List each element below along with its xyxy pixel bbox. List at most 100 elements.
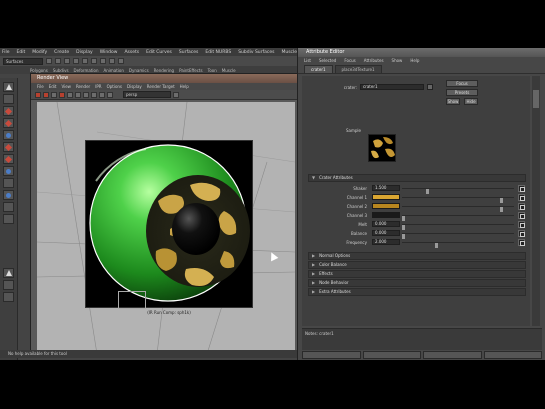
- scale-tool-icon[interactable]: [3, 142, 14, 152]
- rv-menu-item[interactable]: IPR: [95, 84, 101, 89]
- shaker-slider[interactable]: [402, 188, 514, 194]
- ae-scrollbar[interactable]: [532, 76, 540, 326]
- layout-outliner-icon[interactable]: [3, 268, 14, 278]
- menu-item[interactable]: Edit: [17, 50, 26, 55]
- shelf-tab[interactable]: Dynamics: [129, 68, 149, 73]
- shelf-tab[interactable]: PaintEffects: [179, 68, 203, 73]
- snapshot-icon[interactable]: [51, 91, 57, 98]
- shelf-tab[interactable]: Toon: [208, 68, 217, 73]
- render-canvas[interactable]: (IR Run Comp: sph1k): [37, 102, 295, 354]
- focus-button[interactable]: Focus: [446, 80, 478, 87]
- universal-manip-icon[interactable]: [3, 154, 14, 164]
- show-manip-icon[interactable]: [3, 178, 14, 188]
- layout-hypershade-icon[interactable]: [3, 292, 14, 302]
- menu-item[interactable]: Display: [76, 50, 93, 55]
- menu-item[interactable]: Muscle: [281, 50, 297, 55]
- hide-button[interactable]: Hide: [464, 98, 478, 105]
- snap-point-icon[interactable]: [118, 58, 124, 64]
- layout-four-icon[interactable]: [3, 214, 14, 224]
- frequency-field[interactable]: 2.000: [372, 239, 400, 245]
- map-button-icon[interactable]: [518, 239, 525, 246]
- keep-image-icon[interactable]: [99, 91, 105, 98]
- show-button[interactable]: Show: [446, 98, 460, 105]
- map-button-icon[interactable]: [518, 203, 525, 210]
- ae-menu-item[interactable]: Focus: [344, 58, 355, 63]
- node-name-field[interactable]: crater1: [360, 84, 424, 90]
- layout-graph-icon[interactable]: [3, 280, 14, 290]
- refresh-ipr-icon[interactable]: [67, 91, 73, 98]
- menu-set-select[interactable]: Surfaces: [3, 57, 43, 65]
- ae-menu-item[interactable]: Show: [392, 58, 403, 63]
- rv-menu-item[interactable]: Render: [76, 84, 90, 89]
- select-button[interactable]: [302, 351, 361, 359]
- render-region-icon[interactable]: [43, 91, 49, 98]
- menu-item[interactable]: Modify: [32, 50, 47, 55]
- render-region-box[interactable]: [118, 291, 146, 309]
- menu-item[interactable]: Subdiv Surfaces: [238, 50, 274, 55]
- close-button[interactable]: [483, 351, 542, 359]
- map-button-icon[interactable]: [518, 212, 525, 219]
- channel2-color-swatch[interactable]: [372, 203, 400, 209]
- ae-menu-item[interactable]: Help: [410, 58, 419, 63]
- real-size-icon[interactable]: [91, 91, 97, 98]
- go-to-input-icon[interactable]: [427, 84, 433, 90]
- rv-menu-item[interactable]: Help: [180, 84, 189, 89]
- rv-menu-item[interactable]: Display: [127, 84, 142, 89]
- shelf-tab[interactable]: Deformation: [74, 68, 99, 73]
- channel1-color-swatch[interactable]: [372, 194, 400, 200]
- render-view-title[interactable]: Render View: [31, 74, 299, 83]
- attribute-editor-title[interactable]: Attribute Editor: [298, 48, 545, 57]
- channel2-slider[interactable]: [402, 206, 514, 212]
- balance-slider[interactable]: [402, 233, 514, 239]
- shelf-tab[interactable]: Muscle: [222, 68, 236, 73]
- map-button-icon[interactable]: [518, 185, 525, 192]
- section-effects[interactable]: ▶ Effects: [308, 270, 526, 278]
- section-color-balance[interactable]: ▶ Color Balance: [308, 261, 526, 269]
- soft-mod-icon[interactable]: [3, 166, 14, 176]
- shelf-tab[interactable]: Polygons: [30, 68, 48, 73]
- map-button-icon[interactable]: [518, 221, 525, 228]
- ipr-render-icon[interactable]: [59, 91, 65, 98]
- menu-item[interactable]: Create: [54, 50, 69, 55]
- save-scene-icon[interactable]: [64, 58, 70, 64]
- lasso-tool-icon[interactable]: [3, 94, 14, 104]
- paint-select-tool-icon[interactable]: [3, 106, 14, 116]
- shelf-tab[interactable]: Subdivs: [53, 68, 69, 73]
- rv-menu-item[interactable]: Options: [107, 84, 122, 89]
- slider-knob[interactable]: [434, 243, 438, 248]
- alpha-channel-icon[interactable]: [83, 91, 89, 98]
- shelf-tab[interactable]: Rendering: [154, 68, 174, 73]
- copy-tab-button[interactable]: [423, 351, 482, 359]
- scroll-thumb[interactable]: [533, 90, 539, 108]
- channel3-slider[interactable]: [402, 215, 514, 221]
- layout-single-icon[interactable]: [3, 202, 14, 212]
- last-tool-icon[interactable]: [3, 190, 14, 200]
- menu-item[interactable]: Edit Curves: [146, 50, 172, 55]
- snap-grid-icon[interactable]: [100, 58, 106, 64]
- menu-item[interactable]: Window: [100, 50, 118, 55]
- ae-menu-item[interactable]: Selected: [319, 58, 336, 63]
- camera-icon[interactable]: [173, 91, 179, 98]
- select-tool-icon[interactable]: [3, 82, 14, 92]
- rv-menu-item[interactable]: View: [61, 84, 71, 89]
- remove-image-icon[interactable]: [107, 91, 113, 98]
- open-scene-icon[interactable]: [55, 58, 61, 64]
- tab-crater1[interactable]: crater1: [304, 65, 333, 73]
- channel1-slider[interactable]: [402, 197, 514, 203]
- shelf-tab[interactable]: Animation: [104, 68, 124, 73]
- balance-field[interactable]: 0.000: [372, 230, 400, 236]
- menu-item[interactable]: Assets: [124, 50, 139, 55]
- tab-place3dtexture1[interactable]: place3dTexture1: [334, 65, 382, 73]
- section-normal-options[interactable]: ▶ Normal Options: [308, 252, 526, 260]
- presets-button[interactable]: Presets: [446, 89, 478, 96]
- notes-area[interactable]: Notes: crater1: [302, 328, 542, 350]
- ae-menu-item[interactable]: List: [304, 58, 311, 63]
- texture-sample-swatch[interactable]: [368, 134, 396, 162]
- camera-select[interactable]: persp: [123, 91, 171, 98]
- menu-item[interactable]: Edit NURBS: [205, 50, 231, 55]
- snap-curve-icon[interactable]: [109, 58, 115, 64]
- menu-item[interactable]: File: [2, 50, 10, 55]
- frequency-slider[interactable]: [402, 242, 514, 248]
- new-scene-icon[interactable]: [46, 58, 52, 64]
- select-component-icon[interactable]: [91, 58, 97, 64]
